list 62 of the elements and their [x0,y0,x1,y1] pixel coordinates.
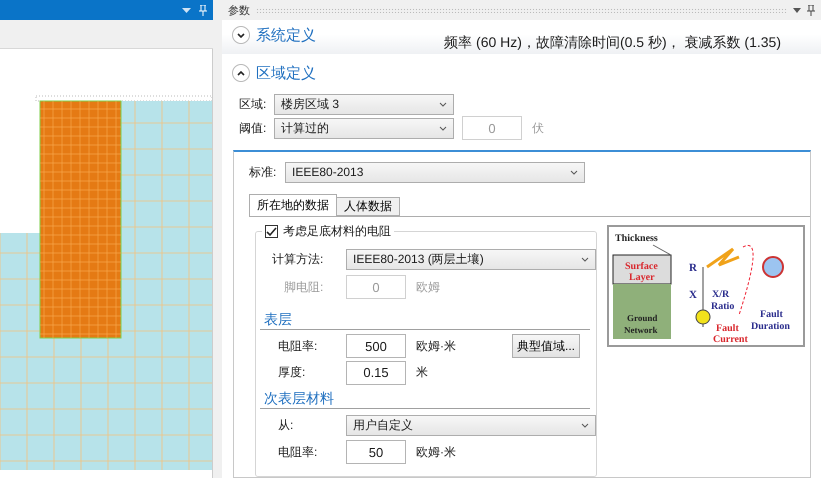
chevron-down-icon [439,126,447,130]
diagram-label: Surface [625,261,658,272]
summary-text: 频率 (60 Hz)，故障清除时间(0.5 秒)， 衰减系数 (1.35) [444,34,781,50]
thickness-field[interactable]: 0.15 [346,360,406,384]
field-label: 阈值: [239,120,268,136]
clock-icon [762,256,784,278]
field-label: 从: [278,416,294,434]
diagram-label: Duration [751,321,790,332]
source-dropdown[interactable]: 用户自定义 [346,414,596,436]
chevron-down-icon [439,102,447,106]
expand-button[interactable] [232,26,250,44]
checkbox[interactable] [265,225,278,238]
diagram-label: X [689,289,697,301]
chevron-down-icon [570,170,578,174]
diagram-label: R [689,262,697,274]
field-label: 电阻率: [278,444,318,460]
diagram-label: X/R [712,289,730,300]
chevron-down-icon [581,256,589,262]
section-heading: 次表层材料 [263,390,334,408]
diagram-label: Fault [760,309,783,320]
diagram-label: Layer [629,272,655,283]
panel-title: 参数 [228,4,250,18]
chevron-down-icon [581,422,589,428]
diagram-label: Ground [627,313,658,323]
threshold-dropdown[interactable]: 计算过的 [274,118,454,138]
voltage-source-icon [696,266,710,328]
dropdown-icon[interactable] [182,8,191,12]
method-dropdown[interactable]: IEEE80-2013 (两层土壤) [346,248,596,270]
diagram-label: Ratio [711,301,734,312]
section-title[interactable]: 区域定义 [256,64,316,82]
field-label: 计算方法: [272,250,324,268]
region-dropdown[interactable]: 楼房区域 3 [274,94,454,114]
field-label: 脚电阻: [284,278,324,296]
resistivity-field[interactable]: 50 [346,440,406,464]
chevron-down-icon [237,32,245,38]
diagram-label: Thickness [615,233,658,244]
unit-label: 伏 [532,120,544,136]
collapse-button[interactable] [232,64,250,82]
unit-label: 米 [416,364,428,381]
pin-icon[interactable] [807,4,815,16]
resistivity-field[interactable]: 500 [346,334,406,358]
unit-label: 欧姆·米 [416,444,456,460]
lightning-icon [706,248,740,268]
chevron-up-icon [237,70,245,76]
checkbox-label: 考虑足底材料的电阻 [283,223,391,240]
diagram-label: Current [713,334,748,345]
typical-values-button[interactable]: 典型值域... [512,334,580,358]
field-label: 电阻率: [278,338,318,354]
unit-label: 欧姆 [416,278,440,296]
field-label: 区域: [239,96,268,112]
unit-label: 欧姆·米 [416,338,456,354]
field-label: 标准: [249,164,278,180]
diagram-label: Network [624,325,658,335]
leader-line [652,244,672,256]
dropdown-icon[interactable] [793,8,801,12]
field-label: 厚度: [278,364,306,381]
section-title[interactable]: 系统定义 [256,26,316,45]
tab[interactable]: 人体数据 [336,197,400,216]
tab[interactable]: 所在地的数据 [249,194,337,216]
standard-dropdown[interactable]: IEEE80-2013 [285,162,585,182]
diagram-label: Fault [716,323,739,334]
section-heading: 表层 [263,311,292,329]
